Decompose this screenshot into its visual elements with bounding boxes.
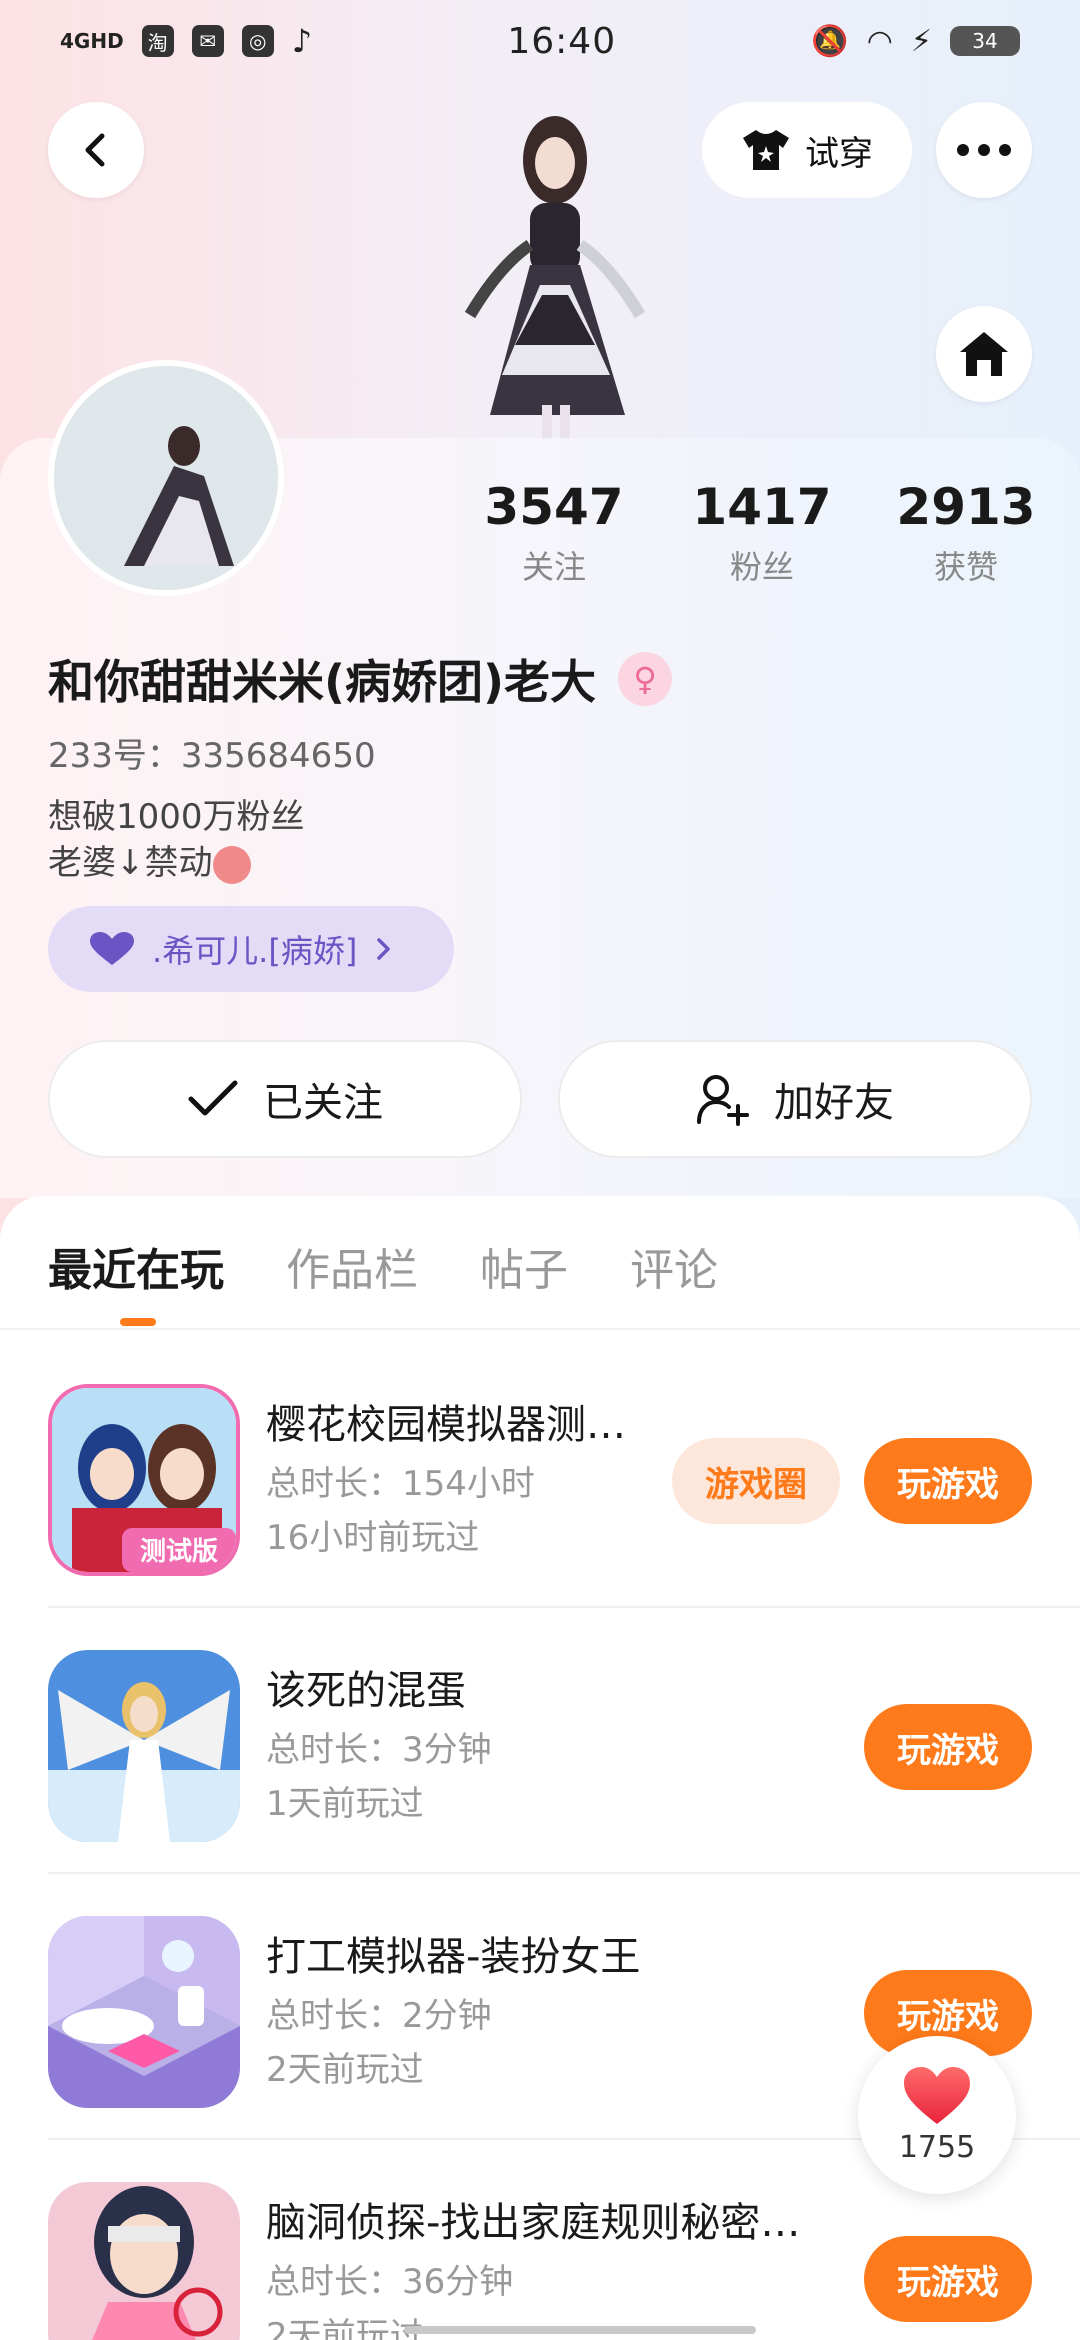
avatar-image (54, 366, 278, 590)
wifi-icon: ◠ (866, 23, 893, 59)
game-icon (48, 1916, 240, 2108)
heart-icon (90, 932, 134, 965)
tab-recent-play[interactable]: 最近在玩 (48, 1234, 224, 1298)
game-row[interactable]: 该死的混蛋 总时长：3分钟 1天前玩过 玩游戏 (48, 1608, 1080, 1874)
status-time: 16:40 (507, 20, 617, 62)
game-title: 打工模拟器-装扮女王 (266, 1934, 641, 1980)
game-last-played: 2天前玩过 (266, 2050, 424, 2090)
game-duration: 总时长：154小时 (266, 1464, 535, 1504)
avatar-character-figure (464, 116, 646, 440)
game-cover-image (48, 1650, 240, 1842)
game-icon: 测试版 (48, 1384, 240, 1576)
more-dots-icon (957, 144, 1011, 156)
profile-name: 和你甜甜米米(病娇团)老大 ♀ (48, 646, 673, 712)
tab-works[interactable]: 作品栏 (286, 1234, 418, 1298)
game-icon-badge: 测试版 (140, 1537, 218, 1567)
like-count: 1755 (898, 2129, 976, 2165)
tiktok-icon: ♪ (291, 22, 313, 60)
back-button[interactable] (48, 102, 144, 198)
add-friend-button[interactable]: 加好友 (558, 1040, 1032, 1158)
add-person-icon (697, 1075, 749, 1126)
tab-comments[interactable]: 评论 (630, 1234, 718, 1298)
stat-following[interactable]: 3547 关注 (464, 478, 644, 588)
stat-value: 3547 (484, 478, 624, 536)
mail-icon: ✉ (191, 25, 224, 57)
stat-label: 关注 (521, 548, 586, 586)
profile-tabs: 最近在玩 作品栏 帖子 评论 (48, 1234, 718, 1298)
stat-label: 获赞 (933, 548, 998, 586)
bio-line: 想破1000万粉丝 (48, 797, 305, 837)
tab-posts[interactable]: 帖子 (480, 1234, 568, 1298)
play-game-button[interactable]: 玩游戏 (864, 1438, 1032, 1524)
taobao-icon: 淘 (141, 25, 174, 57)
more-button[interactable] (936, 102, 1032, 198)
partner-tag[interactable]: .希可儿.[病娇] (48, 906, 454, 992)
followed-button[interactable]: 已关注 (48, 1040, 522, 1158)
game-cover-image (48, 2182, 240, 2340)
battery-indicator: 34 (950, 26, 1020, 56)
stat-value: 1417 (692, 478, 832, 536)
game-title: 樱花校园模拟器测… (266, 1402, 626, 1448)
game-cover-image (48, 1916, 240, 2108)
stat-value: 2913 (896, 478, 1036, 536)
home-indicator (404, 2326, 756, 2334)
game-last-played: 2天前玩过 (266, 2316, 424, 2340)
game-row[interactable]: 测试版 樱花校园模拟器测… 总时长：154小时 16小时前玩过 游戏圈 玩游戏 (48, 1342, 1080, 1608)
bio: 想破1000万粉丝 老婆↓禁动 (48, 794, 305, 886)
active-tab-indicator (120, 1318, 156, 1326)
mute-icon: 🔕 (811, 23, 849, 59)
game-duration: 总时长：2分钟 (266, 1996, 492, 2036)
game-duration: 总时长：36分钟 (266, 2262, 514, 2302)
game-icon (48, 1650, 240, 1842)
username-text: 和你甜甜米米(病娇团)老大 (48, 655, 597, 709)
chat-icon: ◎ (241, 25, 274, 57)
tab-divider (0, 1328, 1080, 1330)
like-button[interactable]: 1755 (858, 2036, 1016, 2194)
angry-face-icon (212, 845, 251, 884)
followed-label: 已关注 (263, 1080, 383, 1126)
chevron-right-icon (377, 938, 391, 960)
stat-label: 粉丝 (729, 548, 794, 586)
check-icon (188, 1080, 238, 1116)
stat-likes[interactable]: 2913 获赞 (876, 478, 1056, 588)
try-on-label: 试穿 (805, 133, 873, 174)
home-button[interactable] (936, 306, 1032, 402)
stat-fans[interactable]: 1417 粉丝 (672, 478, 852, 588)
play-game-button[interactable]: 玩游戏 (864, 2236, 1032, 2322)
try-on-button[interactable]: 试穿 (702, 102, 912, 198)
game-title: 脑洞侦探-找出家庭规则秘密… (266, 2200, 801, 2246)
play-game-button[interactable]: 玩游戏 (864, 1704, 1032, 1790)
bio-line: 老婆↓禁动 (48, 843, 213, 883)
game-duration: 总时长：3分钟 (266, 1730, 492, 1770)
shirt-icon (743, 130, 789, 170)
game-last-played: 16小时前玩过 (266, 1518, 480, 1558)
home-icon (960, 332, 1008, 376)
game-last-played: 1天前玩过 (266, 1784, 424, 1824)
back-arrow-icon (85, 133, 105, 167)
avatar[interactable] (48, 360, 284, 596)
female-gender-icon: ♀ (618, 652, 673, 706)
add-friend-label: 加好友 (774, 1080, 894, 1126)
network-indicator: 4GHD (60, 29, 124, 53)
heart-icon (904, 2066, 970, 2124)
partner-name: .希可儿.[病娇] (152, 932, 358, 970)
user-id: 233号：335684650 (48, 736, 376, 776)
game-icon (48, 2182, 240, 2340)
game-title: 该死的混蛋 (266, 1668, 466, 1714)
charging-icon: ⚡ (910, 23, 932, 59)
status-bar: 4GHD 淘 ✉ ◎ ♪ 16:40 🔕 ◠ ⚡ 34 (0, 0, 1080, 82)
game-cover-image: 测试版 (52, 1388, 236, 1572)
game-circle-button[interactable]: 游戏圈 (672, 1438, 840, 1524)
